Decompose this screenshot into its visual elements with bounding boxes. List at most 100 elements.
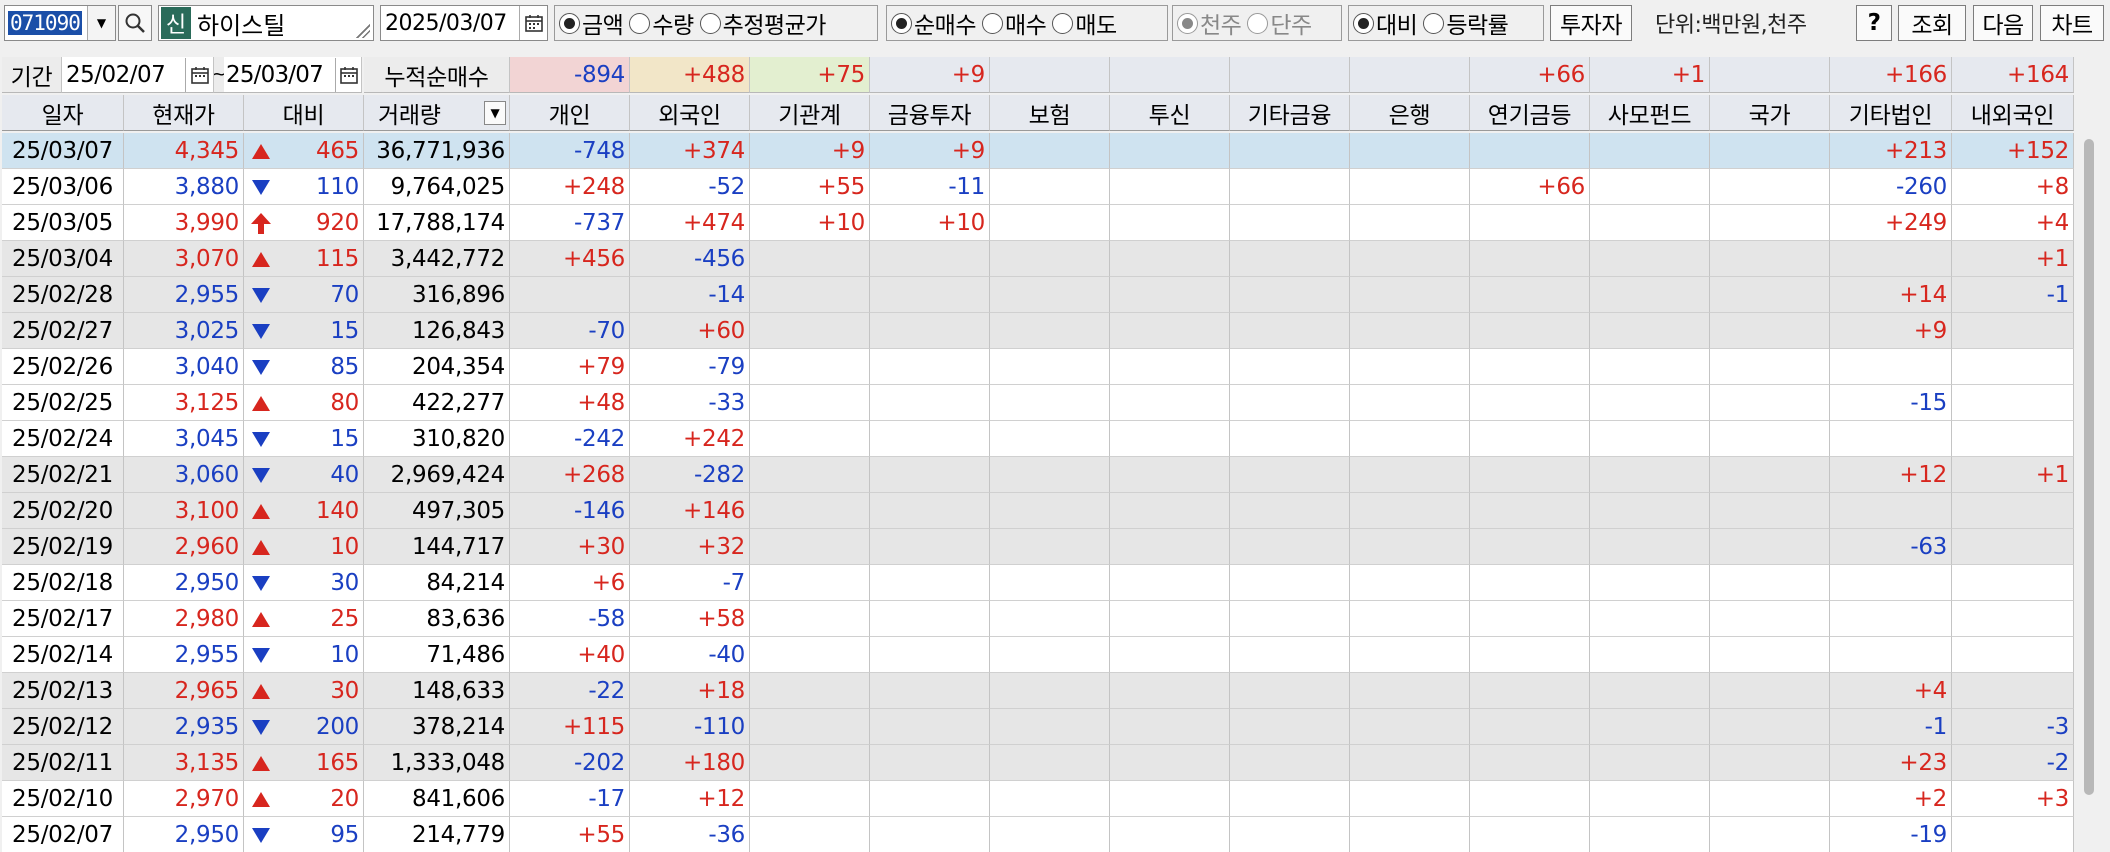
column-header-private-fund[interactable]: 사모펀드	[1590, 95, 1710, 131]
radio-circle[interactable]	[891, 12, 912, 34]
table-row[interactable]: 25/02/17 2,980 25 83,636 -58 +58	[0, 601, 2075, 637]
radio-quantity[interactable]: 수량	[629, 6, 694, 40]
column-header-domestic-foreign[interactable]: 내외국인	[1952, 95, 2074, 131]
toolbar: 071090 ▼ 신 하이스틸 2025/03/07 금액 수량 추정평균가 순…	[0, 0, 2110, 46]
cell-government	[1710, 277, 1830, 313]
stock-code-input[interactable]: 071090 ▼	[4, 5, 116, 41]
radio-circle[interactable]	[1052, 12, 1074, 34]
table-row[interactable]: 25/03/07 4,345 465 36,771,936 -748 +374 +9 +9 +2…	[0, 133, 2075, 169]
period-to-field[interactable]: 25/03/07	[224, 57, 362, 93]
radio-circle[interactable]	[629, 12, 651, 34]
radio-sell[interactable]: 매도	[1052, 6, 1117, 40]
column-header-price[interactable]: 현재가	[124, 95, 244, 131]
chevron-down-icon[interactable]: ▼	[484, 101, 506, 125]
column-header-government[interactable]: 국가	[1710, 95, 1830, 131]
cell-financial-investment	[870, 781, 990, 817]
table-row[interactable]: 25/02/18 2,950 30 84,214 +6 -7	[0, 565, 2075, 601]
change-value: 15	[330, 425, 359, 452]
chart-button[interactable]: 차트	[2040, 5, 2104, 41]
radio-circle[interactable]	[559, 12, 580, 34]
table-row[interactable]: 25/02/11 3,135 165 1,333,048 -202 +180 +23 -2	[0, 745, 2075, 781]
cell-other-finance	[1230, 421, 1350, 457]
radio-avg-price[interactable]: 추정평균가	[699, 6, 826, 40]
table-row[interactable]: 25/02/24 3,045 15 310,820 -242 +242	[0, 421, 2075, 457]
period-from-field[interactable]: 25/02/07	[62, 57, 214, 93]
cell-insurance	[990, 169, 1110, 205]
help-button[interactable]: ?	[1856, 5, 1892, 41]
calendar-icon[interactable]	[519, 6, 547, 40]
date-text[interactable]: 2025/03/07	[381, 11, 507, 36]
period-from-text[interactable]: 25/02/07	[66, 62, 166, 88]
cell-private-fund	[1590, 709, 1710, 745]
cell-foreign: +474	[630, 205, 750, 241]
cell-institution	[750, 313, 870, 349]
chevron-down-icon[interactable]: ▼	[87, 6, 115, 40]
column-header-change[interactable]: 대비	[244, 95, 364, 131]
radio-change[interactable]: 대비	[1353, 6, 1418, 40]
column-header-institution[interactable]: 기관계	[750, 95, 870, 131]
table-row[interactable]: 25/02/21 3,060 40 2,969,424 +268 -282 +12 +1	[0, 457, 2075, 493]
table-row[interactable]: 25/02/14 2,955 10 71,486 +40 -40	[0, 637, 2075, 673]
table-row[interactable]: 25/02/13 2,965 30 148,633 -22 +18 +4	[0, 673, 2075, 709]
date-field[interactable]: 2025/03/07	[380, 5, 548, 41]
table-row[interactable]: 25/03/05 3,990 920 17,788,174 -737 +474 +10 +10…	[0, 205, 2075, 241]
table-row[interactable]: 25/02/20 3,100 140 497,305 -146 +146	[0, 493, 2075, 529]
table-row[interactable]: 25/03/06 3,880 110 9,764,025 +248 -52 +55 -11 +6…	[0, 169, 2075, 205]
radio-circle[interactable]	[1423, 12, 1445, 34]
table-row[interactable]: 25/02/07 2,950 95 214,779 +55 -36 -19	[0, 817, 2075, 852]
column-header-foreign[interactable]: 외국인	[630, 95, 750, 131]
triangle-up-icon	[250, 535, 272, 559]
column-header-insurance[interactable]: 보험	[990, 95, 1110, 131]
column-header-bank[interactable]: 은행	[1350, 95, 1470, 131]
radio-circle[interactable]	[981, 12, 1003, 34]
table-row[interactable]: 25/02/19 2,960 10 144,717 +30 +32 -63	[0, 529, 2075, 565]
period-to-text[interactable]: 25/03/07	[226, 62, 324, 88]
cell-foreign: -79	[630, 349, 750, 385]
radio-circle[interactable]	[1247, 12, 1269, 34]
stock-name-field[interactable]: 신 하이스틸	[158, 5, 374, 41]
table-row[interactable]: 25/02/26 3,040 85 204,354 +79 -79	[0, 349, 2075, 385]
scroll-thumb[interactable]	[2084, 139, 2094, 795]
radio-buy[interactable]: 매수	[981, 6, 1047, 40]
radio-change-rate[interactable]: 등락률	[1423, 6, 1509, 40]
column-header-other-finance[interactable]: 기타금융	[1230, 95, 1350, 131]
radio-thousand-shares[interactable]: 천주	[1177, 6, 1242, 40]
cell-date: 25/03/04	[2, 241, 124, 277]
query-button[interactable]: 조회	[1898, 5, 1966, 41]
calendar-icon[interactable]	[335, 57, 361, 92]
calendar-icon[interactable]	[185, 57, 213, 92]
table-row[interactable]: 25/02/12 2,935 200 378,214 +115 -110 -1 -3	[0, 709, 2075, 745]
radio-amount[interactable]: 금액	[559, 6, 624, 40]
radio-single-shares[interactable]: 단주	[1247, 6, 1312, 40]
column-header-financial-investment[interactable]: 금융투자	[870, 95, 990, 131]
search-button[interactable]	[118, 5, 152, 41]
column-header-individual[interactable]: 개인	[510, 95, 630, 131]
radio-net-buy[interactable]: 순매수	[891, 6, 976, 40]
radio-circle[interactable]	[1177, 12, 1198, 34]
column-header-label: 투신	[1148, 102, 1191, 129]
cell-bank	[1350, 745, 1470, 781]
cell-financial-investment: +9	[870, 133, 990, 169]
column-header-volume[interactable]: 거래량 ▼	[364, 95, 510, 131]
column-header-pension[interactable]: 연기금등	[1470, 95, 1590, 131]
cell-change: 920	[244, 205, 364, 241]
cell-price: 4,345	[124, 133, 244, 169]
table-row[interactable]: 25/02/28 2,955 70 316,896 -14 +14 -1	[0, 277, 2075, 313]
table-row[interactable]: 25/02/10 2,970 20 841,606 -17 +12 +2 +3	[0, 781, 2075, 817]
column-header-other-corp[interactable]: 기타법인	[1830, 95, 1952, 131]
table-row[interactable]: 25/02/25 3,125 80 422,277 +48 -33 -15	[0, 385, 2075, 421]
table-row[interactable]: 25/02/27 3,025 15 126,843 -70 +60 +9	[0, 313, 2075, 349]
column-header-date[interactable]: 일자	[2, 95, 124, 131]
column-header-investment-trust[interactable]: 투신	[1110, 95, 1230, 131]
cell-other-corp: -260	[1830, 169, 1952, 205]
cell-other-finance	[1230, 565, 1350, 601]
stock-code-text[interactable]: 071090	[8, 11, 82, 35]
vertical-scrollbar[interactable]	[2078, 133, 2100, 852]
next-button[interactable]: 다음	[1973, 5, 2033, 41]
investor-button[interactable]: 투자자	[1550, 5, 1632, 41]
radio-circle[interactable]	[1353, 12, 1374, 34]
table-row[interactable]: 25/03/04 3,070 115 3,442,772 +456 -456 +1	[0, 241, 2075, 277]
cell-foreign: +242	[630, 421, 750, 457]
radio-circle[interactable]	[699, 12, 721, 34]
cell-price: 2,950	[124, 565, 244, 601]
